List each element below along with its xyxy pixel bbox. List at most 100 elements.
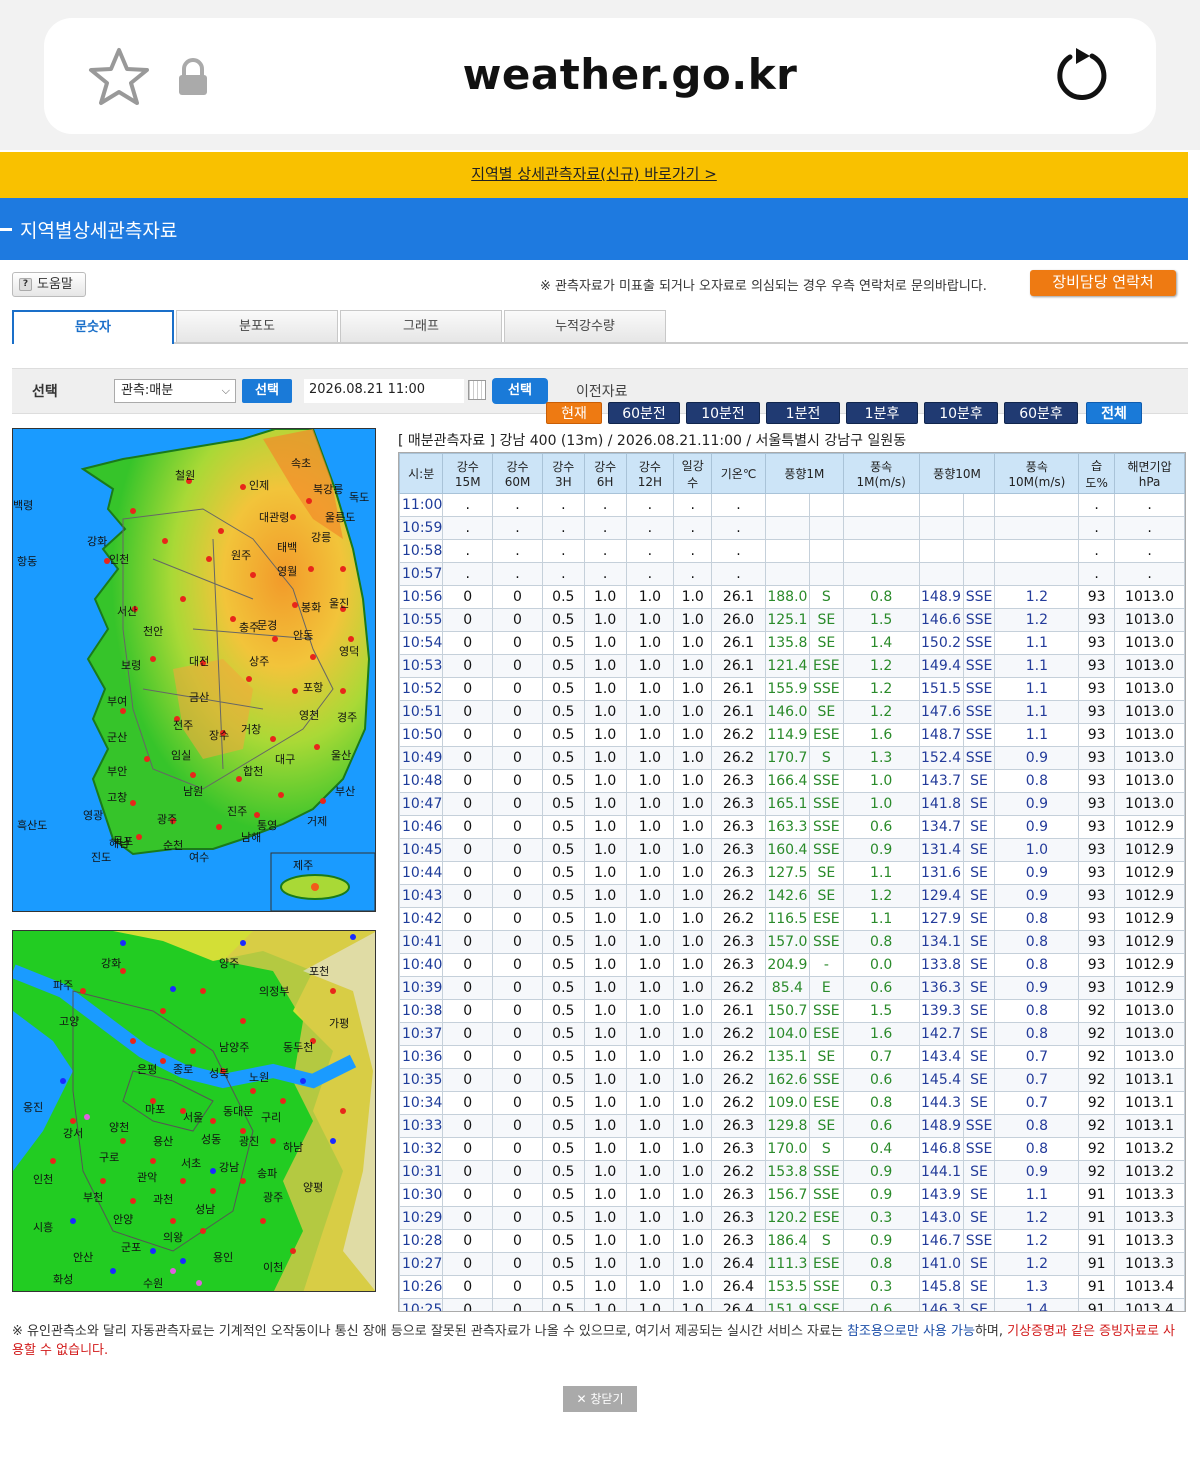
time-cell-link[interactable]: 10:26	[399, 1275, 444, 1299]
nav-now-button[interactable]: 현재	[546, 402, 602, 424]
svg-text:과천: 과천	[153, 1192, 173, 1206]
time-cell-link[interactable]: 10:55	[399, 608, 444, 632]
time-cell-link[interactable]: 10:34	[399, 1091, 444, 1115]
table-cell: .	[442, 539, 494, 563]
equipment-contact-button[interactable]: 장비담당 연락처	[1030, 270, 1176, 296]
svg-text:관악: 관악	[137, 1171, 157, 1184]
table-cell: 0	[442, 1022, 494, 1046]
svg-text:울진: 울진	[329, 597, 349, 610]
nav-1min-after-button[interactable]: 1분후	[846, 402, 918, 424]
reload-icon[interactable]	[1052, 44, 1112, 108]
svg-text:광주: 광주	[157, 813, 177, 826]
time-cell-link[interactable]: 10:37	[399, 1022, 444, 1046]
time-cell-link[interactable]: 10:48	[399, 769, 444, 793]
svg-text:강서: 강서	[63, 1127, 83, 1140]
time-cell-link[interactable]: 10:45	[399, 838, 444, 862]
svg-text:북강릉: 북강릉	[313, 483, 343, 496]
time-cell-link[interactable]: 10:56	[399, 585, 444, 609]
time-cell-link[interactable]: 10:59	[399, 516, 444, 540]
time-cell-link[interactable]: 10:38	[399, 999, 444, 1023]
table-cell: 1.0	[673, 746, 713, 770]
table-cell: 1.0	[583, 1137, 627, 1161]
svg-text:울릉도: 울릉도	[325, 511, 355, 524]
header-pressure: 해면기압 hPa	[1114, 453, 1185, 494]
table-cell: 93	[1078, 838, 1116, 862]
nav-60min-after-button[interactable]: 60분후	[1004, 402, 1078, 424]
header-daily-rain-line2: 수	[687, 475, 699, 490]
tab-graph[interactable]: 그래프	[340, 310, 502, 342]
table-cell: 0.5	[541, 1252, 585, 1276]
nav-60min-before-button[interactable]: 60분전	[608, 402, 680, 424]
table-row: 10:46 0 0 0.5 1.0 1.0 1.0 26.3 163.3 SSE 0.6 134.7 S…	[399, 815, 1185, 839]
time-cell-link[interactable]: 10:33	[399, 1114, 444, 1138]
date-select-button[interactable]: 선택	[492, 378, 548, 404]
time-cell-link[interactable]: 10:42	[399, 907, 444, 931]
nav-10min-before-button[interactable]: 10분전	[686, 402, 760, 424]
korea-station-map[interactable]: 백령 항동 강화 인천 철원 인제 속초 북강릉 대관령 강릉 울진 원주 영월 봉화 충주 영덕 서산…	[12, 428, 376, 912]
tab-cumulative-rain[interactable]: 누적강수량	[504, 310, 666, 342]
seoul-metro-station-map[interactable]: 강화 파주 고양 양주 의정부 포천 가평 남양주 은평 종로 성북 노원 마포 서울 동대문 구리 강…	[12, 930, 376, 1292]
nav-10min-after-button[interactable]: 10분후	[924, 402, 998, 424]
table-cell: 1013.2	[1114, 1160, 1185, 1184]
svg-text:보령: 보령	[121, 659, 141, 672]
table-cell: 1.1	[994, 631, 1080, 655]
time-cell-link[interactable]: 10:44	[399, 861, 444, 885]
time-cell-link[interactable]: 10:50	[399, 723, 444, 747]
disclaimer-part1: ※ 유인관측소와 달리 자동관측자료는 기계적인 오작동이나 통신 장애 등으로…	[12, 1324, 848, 1339]
time-cell-link[interactable]: 10:53	[399, 654, 444, 678]
time-cell-link[interactable]: 10:32	[399, 1137, 444, 1161]
table-cell: 1.0	[625, 1068, 675, 1092]
time-cell-link[interactable]: 10:46	[399, 815, 444, 839]
table-cell: 0	[492, 884, 543, 908]
table-cell: 1.0	[625, 1275, 675, 1299]
table-cell: 26.3	[711, 1206, 766, 1230]
time-cell-link[interactable]: 10:31	[399, 1160, 444, 1184]
close-window-button[interactable]: ✕ 창닫기	[563, 1386, 637, 1412]
new-data-banner-link[interactable]: 지역별 상세관측자료(신규) 바로가기 >	[0, 152, 1188, 198]
observation-table-container[interactable]: 시:분 강수 15M 강수 60M 강수 3H 강수 6H 강수 12H 일강 수 기온℃ …	[398, 452, 1186, 1312]
time-cell-link[interactable]: 10:58	[399, 539, 444, 563]
time-cell-link[interactable]: 10:57	[399, 562, 444, 586]
svg-text:항동: 항동	[17, 555, 37, 568]
calendar-icon[interactable]	[468, 380, 486, 400]
time-cell-link[interactable]: 10:30	[399, 1183, 444, 1207]
time-cell-link[interactable]: 10:47	[399, 792, 444, 816]
time-cell-link[interactable]: 10:39	[399, 976, 444, 1000]
table-cell	[808, 562, 844, 586]
select-button[interactable]: 선택	[242, 379, 292, 403]
time-cell-link[interactable]: 10:29	[399, 1206, 444, 1230]
table-cell: 92	[1078, 1114, 1116, 1138]
tab-distribution[interactable]: 분포도	[176, 310, 338, 342]
tab-numeric[interactable]: 문숫자	[12, 310, 174, 344]
help-button[interactable]: ? 도움말	[12, 272, 86, 297]
table-cell: 1.0	[625, 585, 675, 609]
time-cell-link[interactable]: 10:36	[399, 1045, 444, 1069]
table-cell: .	[673, 539, 713, 563]
url-text[interactable]: weather.go.kr	[0, 50, 1200, 99]
time-cell-link[interactable]: 10:28	[399, 1229, 444, 1253]
date-input[interactable]: 2026.08.21 11:00	[304, 379, 464, 403]
svg-text:은평: 은평	[137, 1063, 157, 1076]
table-cell: 0.5	[541, 792, 585, 816]
time-cell-link[interactable]: 10:49	[399, 746, 444, 770]
time-cell-link[interactable]: 10:27	[399, 1252, 444, 1276]
time-cell-link[interactable]: 10:51	[399, 700, 444, 724]
observation-type-select[interactable]: 관측:매분 ⌵	[114, 379, 236, 403]
nav-1min-before-button[interactable]: 1분전	[766, 402, 840, 424]
time-cell-link[interactable]: 10:41	[399, 930, 444, 954]
time-cell-link[interactable]: 10:52	[399, 677, 444, 701]
time-cell-link[interactable]: 10:35	[399, 1068, 444, 1092]
nav-all-button[interactable]: 전체	[1086, 402, 1142, 424]
table-cell: 93	[1078, 953, 1116, 977]
table-cell: 0	[492, 1022, 543, 1046]
svg-text:전주: 전주	[173, 719, 193, 732]
table-cell: 0.9	[842, 1183, 920, 1207]
time-cell-link[interactable]: 10:25	[399, 1298, 444, 1311]
table-cell: 1013.3	[1114, 1229, 1185, 1253]
time-cell-link[interactable]: 10:54	[399, 631, 444, 655]
time-cell-link[interactable]: 10:40	[399, 953, 444, 977]
table-cell: SSE	[808, 815, 844, 839]
time-cell-link[interactable]: 10:43	[399, 884, 444, 908]
time-cell-link[interactable]: 11:00	[399, 493, 444, 517]
table-cell: 1.0	[673, 723, 713, 747]
